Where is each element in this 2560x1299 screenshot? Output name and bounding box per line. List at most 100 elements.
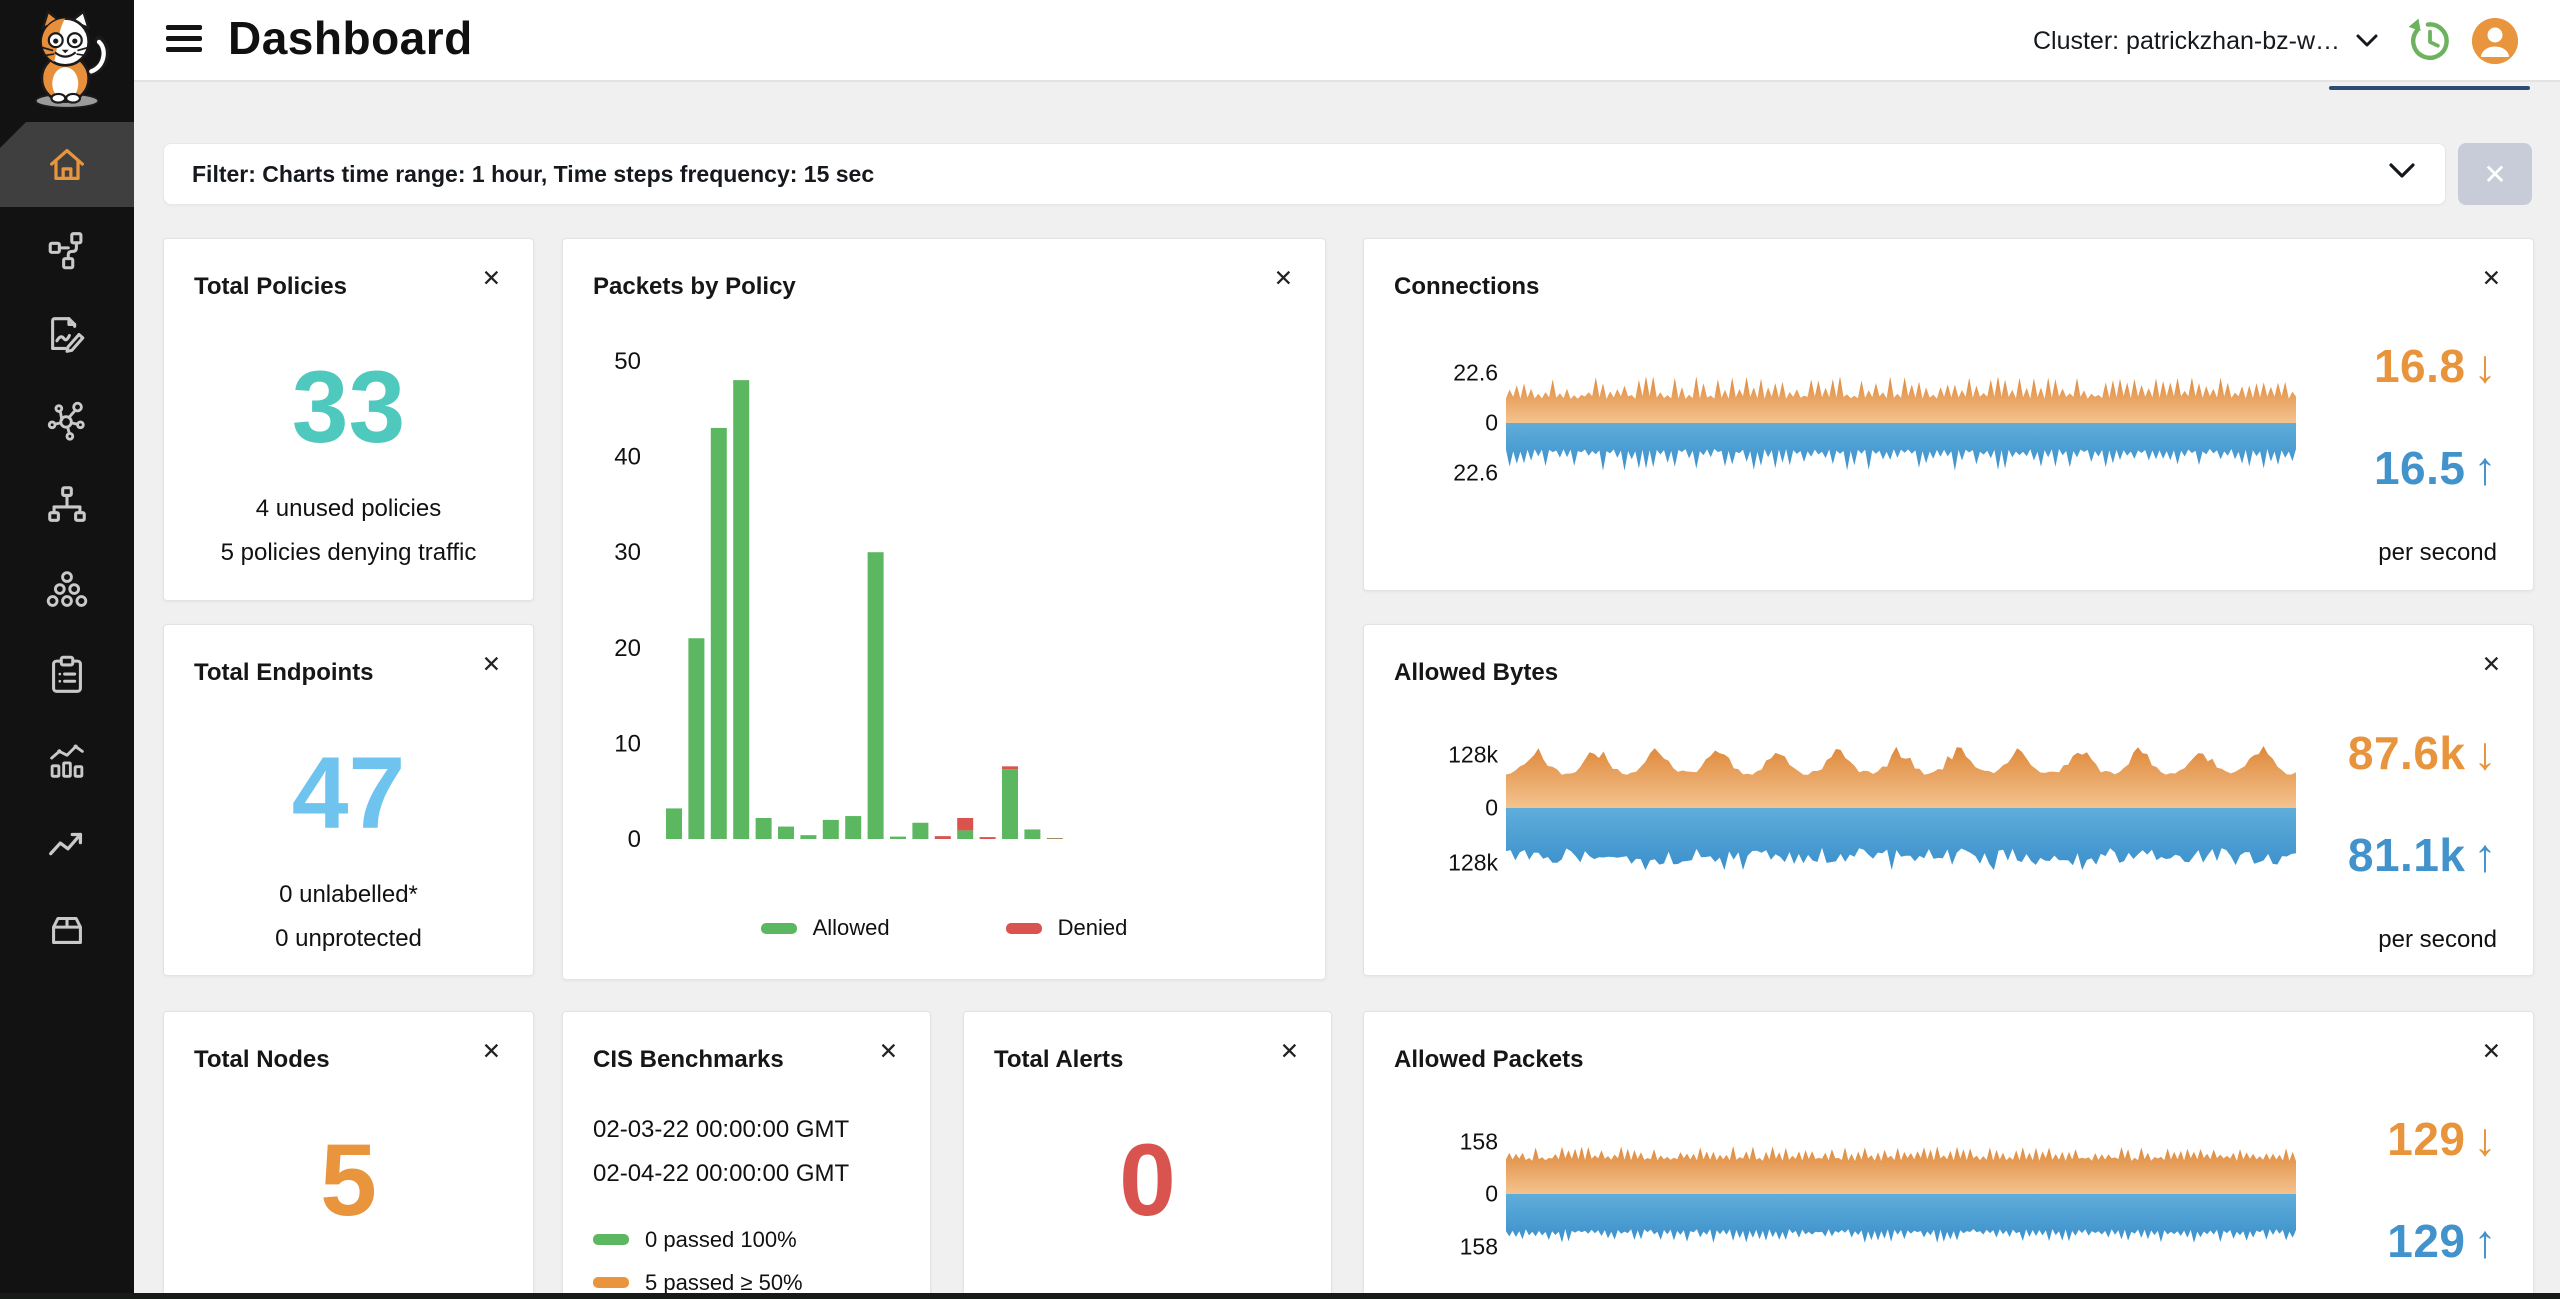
y-axis-bottom-label: 128k	[1390, 850, 1498, 877]
total-policies-notes: 4 unused policies 5 policies denying tra…	[164, 487, 533, 575]
inbound-rate: 87.6k↓	[2077, 726, 2497, 780]
timeline-trend-icon	[44, 822, 90, 868]
y-axis-zero-label: 0	[1390, 410, 1498, 437]
y-axis-bottom-label: 158	[1390, 1234, 1498, 1261]
allowed-bytes-card: Allowed Bytes ✕ 128k 0 128k 87.6k↓ 81.1k…	[1363, 624, 2534, 976]
arrow-down-icon: ↓	[2474, 1113, 2498, 1165]
card-title: Allowed Packets	[1394, 1046, 1583, 1074]
cluster-selector-label: Cluster: patrickzhan-bz-w…	[2033, 27, 2340, 56]
cluster-selector[interactable]: Cluster: patrickzhan-bz-w…	[2033, 0, 2378, 82]
history-clock-icon	[2406, 17, 2454, 65]
filter-dropdown[interactable]: Filter: Charts time range: 1 hour, Time …	[163, 143, 2446, 205]
arrow-up-icon: ↑	[2474, 1215, 2498, 1267]
card-title: Total Policies	[194, 273, 347, 301]
cis-benchmarks-card: CIS Benchmarks ✕ 02-03-22 00:00:00 GMT 0…	[562, 1011, 931, 1299]
svg-text:10: 10	[614, 730, 641, 757]
sidebar-item-service-graph[interactable]	[0, 207, 134, 292]
svg-text:20: 20	[614, 635, 641, 662]
y-axis-top-label: 128k	[1390, 742, 1498, 769]
close-icon[interactable]: ✕	[2482, 267, 2501, 290]
card-title: Connections	[1394, 273, 1539, 301]
topology-icon	[44, 482, 90, 528]
legend-item-passed-100: 0 passed 100%	[593, 1218, 803, 1261]
network-mesh-icon	[44, 397, 90, 443]
close-icon[interactable]: ✕	[482, 653, 501, 676]
chevron-down-icon	[2389, 163, 2415, 179]
close-icon[interactable]: ✕	[482, 1040, 501, 1063]
svg-text:30: 30	[614, 539, 641, 566]
close-icon[interactable]: ✕	[482, 267, 501, 290]
close-icon[interactable]: ✕	[1280, 1040, 1299, 1063]
total-endpoints-card: Total Endpoints ✕ 47 0 unlabelled* 0 unp…	[163, 624, 534, 976]
artifact-navy-line	[2329, 86, 2530, 90]
cis-legend: 0 passed 100% 5 passed ≥ 50%	[593, 1218, 803, 1299]
sidebar-item-topology[interactable]	[0, 462, 134, 547]
activity-chart-icon	[44, 737, 90, 783]
endpoints-cluster-icon	[44, 567, 90, 613]
packets-by-policy-card: Packets by Policy ✕ 01020304050 Allowed …	[562, 238, 1326, 980]
sidebar	[0, 0, 134, 1299]
y-axis-top-label: 22.6	[1390, 360, 1498, 387]
total-endpoints-notes: 0 unlabelled* 0 unprotected	[164, 873, 533, 961]
hamburger-menu-icon[interactable]	[166, 24, 204, 58]
outbound-rate: 129↑	[2077, 1214, 2497, 1268]
close-icon[interactable]: ✕	[2482, 653, 2501, 676]
total-policies-card: Total Policies ✕ 33 4 unused policies 5 …	[163, 238, 534, 601]
calico-cat-logo-image	[15, 6, 119, 116]
arrow-down-icon: ↓	[2474, 340, 2498, 392]
card-title: Total Alerts	[994, 1046, 1123, 1074]
top-header: Dashboard Cluster: patrickzhan-bz-w…	[134, 0, 2560, 82]
outbound-rate: 81.1k↑	[2077, 828, 2497, 882]
y-axis-zero-label: 0	[1390, 795, 1498, 822]
close-icon[interactable]: ✕	[2482, 1040, 2501, 1063]
calico-cat-logo[interactable]	[0, 0, 134, 122]
sidebar-item-timeline[interactable]	[0, 802, 134, 887]
compliance-clipboard-icon	[44, 652, 90, 698]
legend-item-allowed: Allowed	[761, 915, 890, 941]
svg-text:40: 40	[614, 444, 641, 471]
card-title: Total Nodes	[194, 1046, 330, 1074]
policy-edit-icon	[44, 312, 90, 358]
card-title: CIS Benchmarks	[593, 1046, 784, 1074]
card-title: Packets by Policy	[593, 273, 796, 301]
total-policies-value: 33	[164, 351, 533, 463]
chevron-down-icon	[2356, 34, 2378, 48]
inbound-rate: 129↓	[2077, 1112, 2497, 1166]
window-edge	[0, 1293, 2560, 1299]
history-button[interactable]	[2406, 17, 2454, 65]
service-graph-icon	[44, 227, 90, 273]
arrow-up-icon: ↑	[2474, 442, 2498, 494]
arrow-down-icon: ↓	[2474, 727, 2498, 779]
home-icon	[44, 142, 90, 188]
images-box-icon	[44, 907, 90, 953]
svg-text:0: 0	[628, 826, 641, 853]
total-alerts-card: Total Alerts ✕ 0	[963, 1011, 1332, 1299]
filter-clear-button[interactable]: ✕	[2458, 143, 2532, 205]
filter-dropdown-label: Filter: Charts time range: 1 hour, Time …	[192, 161, 874, 188]
cis-date-range: 02-03-22 00:00:00 GMT 02-04-22 00:00:00 …	[593, 1108, 849, 1196]
total-nodes-card: Total Nodes ✕ 5	[163, 1011, 534, 1299]
total-alerts-value: 0	[964, 1124, 1331, 1236]
rate-unit: per second	[2197, 539, 2497, 567]
rate-unit: per second	[2197, 926, 2497, 954]
close-icon[interactable]: ✕	[1274, 267, 1293, 290]
sidebar-item-compliance[interactable]	[0, 632, 134, 717]
sidebar-item-network-mesh[interactable]	[0, 377, 134, 462]
connections-card: Connections ✕ 22.6 0 22.6 16.8↓ 16.5↑ pe…	[1363, 238, 2534, 591]
sidebar-item-endpoints[interactable]	[0, 547, 134, 632]
sidebar-item-policies[interactable]	[0, 292, 134, 377]
close-icon[interactable]: ✕	[879, 1040, 898, 1063]
card-title: Allowed Bytes	[1394, 659, 1558, 687]
sidebar-item-activity[interactable]	[0, 717, 134, 802]
sidebar-item-home[interactable]	[0, 122, 134, 207]
chart-legend: Allowed Denied	[563, 915, 1325, 941]
user-avatar-icon	[2472, 18, 2518, 64]
user-avatar[interactable]	[2472, 18, 2518, 64]
denied-swatch	[1006, 923, 1042, 934]
sidebar-item-images[interactable]	[0, 887, 134, 972]
total-endpoints-value: 47	[164, 737, 533, 849]
passed-50-swatch	[593, 1277, 629, 1288]
y-axis-zero-label: 0	[1390, 1181, 1498, 1208]
outbound-rate: 16.5↑	[2077, 441, 2497, 495]
page-title: Dashboard	[228, 11, 473, 65]
